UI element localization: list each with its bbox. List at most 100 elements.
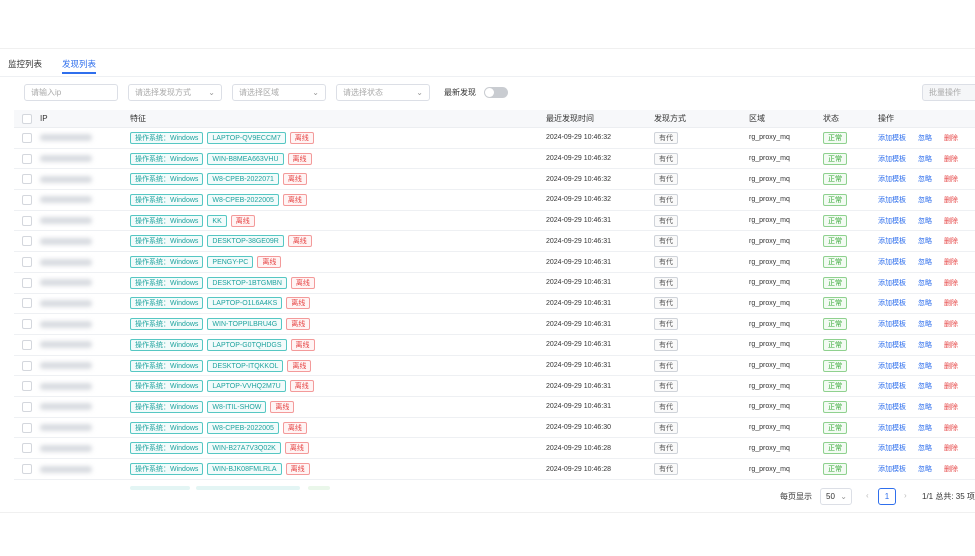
status-select[interactable]: 请选择状态 ⌄ — [336, 84, 430, 101]
delete-link[interactable]: 删除 — [944, 216, 958, 226]
ip-value-redacted — [40, 252, 92, 272]
delete-link[interactable]: 删除 — [944, 340, 958, 350]
batch-operation-button[interactable]: 批量操作 — [922, 84, 975, 101]
add-template-link[interactable]: 添加模板 — [878, 464, 906, 474]
ignore-link[interactable]: 忽略 — [918, 154, 932, 164]
os-tag: 操作系统：Windows — [130, 463, 204, 476]
ignore-link[interactable]: 忽略 — [918, 443, 932, 453]
offline-tag: 离线 — [290, 276, 315, 289]
ignore-link[interactable]: 忽略 — [918, 298, 932, 308]
current-page-button[interactable]: 1 — [878, 488, 896, 505]
row-checkbox[interactable] — [22, 356, 32, 376]
row-checkbox[interactable] — [22, 211, 32, 231]
row-checkbox[interactable] — [22, 439, 32, 459]
status-cell: 正常 — [823, 459, 851, 479]
delete-link[interactable]: 删除 — [944, 236, 958, 246]
add-template-link[interactable]: 添加模板 — [878, 195, 906, 205]
delete-link[interactable]: 删除 — [944, 154, 958, 164]
add-template-link[interactable]: 添加模板 — [878, 174, 906, 184]
hostname-tag: W8-CPEB-2022005 — [207, 421, 279, 434]
row-checkbox[interactable] — [22, 128, 32, 148]
delete-link[interactable]: 删除 — [944, 133, 958, 143]
status-cell: 正常 — [823, 397, 851, 417]
row-checkbox[interactable] — [22, 169, 32, 189]
method-tag: 有代 — [654, 297, 678, 310]
ignore-link[interactable]: 忽略 — [918, 257, 932, 267]
add-template-link[interactable]: 添加模板 — [878, 340, 906, 350]
ignore-link[interactable]: 忽略 — [918, 402, 932, 412]
row-checkbox[interactable] — [22, 149, 32, 169]
row-checkbox[interactable] — [22, 418, 32, 438]
add-template-link[interactable]: 添加模板 — [878, 381, 906, 391]
region-select[interactable]: 请选择区域 ⌄ — [232, 84, 326, 101]
add-template-link[interactable]: 添加模板 — [878, 236, 906, 246]
last-seen-time: 2024-09-29 10:46:32 — [546, 134, 611, 142]
ignore-link[interactable]: 忽略 — [918, 195, 932, 205]
add-template-link[interactable]: 添加模板 — [878, 257, 906, 267]
ignore-link[interactable]: 忽略 — [918, 423, 932, 433]
delete-link[interactable]: 删除 — [944, 464, 958, 474]
ip-search-input[interactable]: 请输入ip — [24, 84, 118, 101]
latest-discovery-toggle[interactable] — [484, 87, 508, 98]
add-template-link[interactable]: 添加模板 — [878, 361, 906, 371]
tab-monitor-list[interactable]: 监控列表 — [8, 58, 42, 74]
row-checkbox[interactable] — [22, 335, 32, 355]
os-tag: 操作系统：Windows — [130, 276, 204, 289]
add-template-link[interactable]: 添加模板 — [878, 319, 906, 329]
row-checkbox[interactable] — [22, 190, 32, 210]
table-row: 操作系统：Windows WIN-B27A7V3Q02K 离线 2024-09-29 … — [14, 439, 975, 460]
row-checkbox[interactable] — [22, 252, 32, 272]
delete-link[interactable]: 删除 — [944, 381, 958, 391]
ignore-link[interactable]: 忽略 — [918, 361, 932, 371]
add-template-link[interactable]: 添加模板 — [878, 402, 906, 412]
region-value: rg_proxy_mq — [749, 258, 790, 266]
delete-link[interactable]: 删除 — [944, 174, 958, 184]
row-checkbox[interactable] — [22, 314, 32, 334]
hostname-tag: PENGY-PC — [207, 256, 254, 269]
delete-link[interactable]: 删除 — [944, 361, 958, 371]
ignore-link[interactable]: 忽略 — [918, 236, 932, 246]
method-tag: 有代 — [654, 235, 678, 248]
delete-link[interactable]: 删除 — [944, 298, 958, 308]
tab-discovery-list[interactable]: 发现列表 — [62, 58, 97, 74]
ignore-link[interactable]: 忽略 — [918, 464, 932, 474]
status-badge: 正常 — [823, 152, 847, 165]
ignore-link[interactable]: 忽略 — [918, 278, 932, 288]
row-checkbox[interactable] — [22, 459, 32, 479]
delete-link[interactable]: 删除 — [944, 278, 958, 288]
ip-value-redacted — [40, 335, 92, 355]
ignore-link[interactable]: 忽略 — [918, 340, 932, 350]
region-value: rg_proxy_mq — [749, 465, 790, 473]
delete-link[interactable]: 删除 — [944, 402, 958, 412]
add-template-link[interactable]: 添加模板 — [878, 298, 906, 308]
hostname-tag: DESKTOP-ITQKKOL — [207, 359, 284, 372]
add-template-link[interactable]: 添加模板 — [878, 216, 906, 226]
delete-link[interactable]: 删除 — [944, 257, 958, 267]
discovery-method-select[interactable]: 请选择发现方式 ⌄ — [128, 84, 222, 101]
add-template-link[interactable]: 添加模板 — [878, 443, 906, 453]
ignore-link[interactable]: 忽略 — [918, 381, 932, 391]
row-checkbox[interactable] — [22, 232, 32, 252]
add-template-link[interactable]: 添加模板 — [878, 133, 906, 143]
delete-link[interactable]: 删除 — [944, 319, 958, 329]
ignore-link[interactable]: 忽略 — [918, 174, 932, 184]
chevron-left-icon[interactable]: ‹ — [866, 491, 869, 500]
delete-link[interactable]: 删除 — [944, 443, 958, 453]
chevron-right-icon[interactable]: › — [904, 491, 907, 500]
delete-link[interactable]: 删除 — [944, 195, 958, 205]
row-checkbox[interactable] — [22, 273, 32, 293]
select-all-checkbox[interactable] — [22, 110, 32, 127]
ignore-link[interactable]: 忽略 — [918, 133, 932, 143]
delete-link[interactable]: 删除 — [944, 423, 958, 433]
offline-tag: 离线 — [282, 173, 307, 186]
add-template-link[interactable]: 添加模板 — [878, 423, 906, 433]
chevron-down-icon: ⌄ — [312, 88, 319, 97]
ignore-link[interactable]: 忽略 — [918, 319, 932, 329]
row-checkbox[interactable] — [22, 376, 32, 396]
page-size-select[interactable]: 50 ⌄ — [820, 488, 852, 505]
add-template-link[interactable]: 添加模板 — [878, 278, 906, 288]
ignore-link[interactable]: 忽略 — [918, 216, 932, 226]
row-checkbox[interactable] — [22, 397, 32, 417]
row-checkbox[interactable] — [22, 294, 32, 314]
add-template-link[interactable]: 添加模板 — [878, 154, 906, 164]
